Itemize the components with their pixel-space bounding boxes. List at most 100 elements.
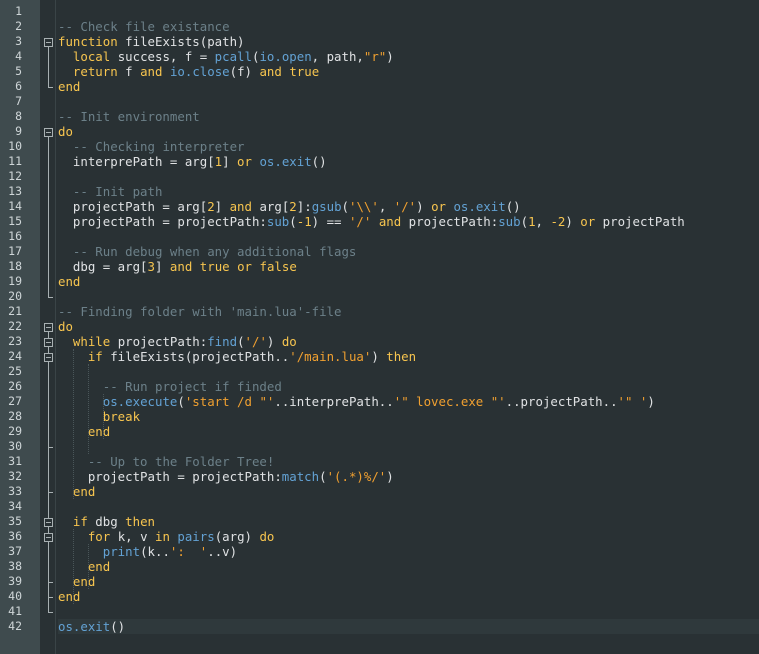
code-line[interactable]: function fileExists(path) (58, 34, 245, 49)
code-token: ( (237, 334, 245, 349)
code-token: os.exit (259, 154, 312, 169)
code-token: projectPath = arg[ (58, 199, 208, 214)
code-line[interactable]: while projectPath:find('/') do (58, 334, 297, 349)
fold-end-marker (48, 596, 53, 598)
code-token: return (72, 64, 118, 79)
code-token: ( (319, 469, 327, 484)
line-number-gutter: 1 2 3 4 5 6 7 8 9 10 11 12 13 14 15 16 17 18 19 20 21 22 23 24 2… (0, 0, 40, 654)
code-token: 'start /d "' (184, 394, 275, 409)
line-number: 17 (8, 244, 22, 258)
code-token: end (87, 559, 111, 574)
code-line[interactable]: return f and io.close(f) and true (58, 64, 319, 79)
code-line[interactable]: -- Check file existance (58, 19, 230, 34)
line-number: 9 (15, 124, 22, 138)
code-token: ': ' (169, 544, 208, 559)
code-line[interactable]: end (58, 559, 110, 574)
code-token: if (72, 514, 88, 529)
line-number: 8 (15, 109, 22, 123)
code-token: ( (177, 394, 185, 409)
code-line[interactable]: break (58, 409, 140, 424)
code-token: io.open (259, 49, 312, 64)
current-code-line[interactable]: os.exit() (58, 619, 759, 634)
line-number: 22 (8, 319, 22, 333)
code-line[interactable]: -- Init path (58, 184, 163, 199)
code-line[interactable]: do (58, 319, 73, 334)
code-token: sub (266, 214, 290, 229)
indent-guide (87, 364, 89, 454)
code-line[interactable]: interprePath = arg[1] or os.exit() (58, 154, 327, 169)
code-token: 2 (207, 199, 215, 214)
code-line[interactable]: -- Finding folder with 'main.lua'-file (58, 304, 341, 319)
code-line[interactable]: -- Init environment (58, 109, 200, 124)
line-number: 14 (8, 199, 22, 213)
code-token: (f) (229, 64, 260, 79)
fold-toggle-icon[interactable] (44, 337, 53, 347)
code-token: success, f = (110, 49, 215, 64)
code-area[interactable]: -- Check file existance function fileExis… (56, 0, 759, 654)
line-number: 18 (8, 259, 22, 273)
code-line[interactable]: projectPath = projectPath:sub(-1) == '/'… (58, 214, 685, 229)
line-number: 3 (15, 34, 22, 48)
code-token: projectPath = projectPath: (58, 214, 267, 229)
code-line[interactable]: -- Run project if finded (58, 379, 282, 394)
code-token: end (72, 484, 96, 499)
code-line[interactable]: end (58, 484, 95, 499)
code-token: '" lovec.exe "' (393, 394, 506, 409)
code-token: ) (386, 469, 394, 484)
code-token: -- Run project if finded (102, 379, 282, 394)
code-token: '/main.lua' (289, 349, 372, 364)
code-line[interactable]: -- Up to the Folder Tree! (58, 454, 275, 469)
code-line[interactable]: end (58, 79, 80, 94)
code-editor[interactable]: 1 2 3 4 5 6 7 8 9 10 11 12 13 14 15 16 17 18 19 20 21 22 23 24 2… (0, 0, 759, 654)
code-token: '/' (348, 214, 372, 229)
fold-toggle-icon[interactable] (44, 352, 53, 362)
code-token: print (102, 544, 141, 559)
line-number: 15 (8, 214, 22, 228)
code-token: end (58, 589, 81, 604)
code-token: pcall (214, 49, 252, 64)
fold-toggle-icon[interactable] (44, 517, 53, 527)
fold-toggle-icon[interactable] (44, 532, 53, 542)
line-number: 40 (8, 589, 22, 603)
fold-toggle-icon[interactable] (44, 322, 53, 332)
code-line[interactable]: do (58, 124, 73, 139)
code-line[interactable]: -- Run debug when any additional flags (58, 244, 356, 259)
code-token: true (199, 259, 230, 274)
fold-line (48, 135, 49, 297)
code-token: then (125, 514, 155, 529)
code-line[interactable]: -- Checking interpreter (58, 139, 245, 154)
code-token: '/' (393, 199, 417, 214)
code-line[interactable]: local success, f = pcall(io.open, path,"… (58, 49, 394, 64)
code-line[interactable]: for k, v in pairs(arg) do (58, 529, 275, 544)
code-token: ( (341, 199, 349, 214)
code-token: -- Checking interpreter (72, 139, 245, 154)
code-line[interactable]: projectPath = arg[2] and arg[2]:gsub('\\… (58, 199, 521, 214)
code-line[interactable]: print(k..': '..v) (58, 544, 237, 559)
line-number: 39 (8, 574, 22, 588)
code-token: false (259, 259, 297, 274)
code-token: ) (371, 349, 387, 364)
code-line[interactable]: os.execute('start /d "'..interprePath..'… (58, 394, 655, 409)
code-token: (k.. (140, 544, 170, 559)
code-line[interactable]: projectPath = projectPath:match('(.*)%/'… (58, 469, 394, 484)
code-token: local (72, 49, 111, 64)
code-token: '" ' (617, 394, 648, 409)
code-line[interactable]: if fileExists(projectPath..'/main.lua') … (58, 349, 416, 364)
fold-end-marker (48, 491, 53, 493)
code-line[interactable]: if dbg then (58, 514, 155, 529)
fold-toggle-icon[interactable] (44, 37, 53, 47)
code-line[interactable]: dbg = arg[3] and true or false (58, 259, 297, 274)
code-line[interactable]: end (58, 274, 80, 289)
code-line[interactable]: end (58, 574, 95, 589)
code-token: and (169, 259, 193, 274)
code-token: () (311, 154, 327, 169)
code-line[interactable]: end (58, 589, 80, 604)
fold-toggle-icon[interactable] (44, 127, 53, 137)
